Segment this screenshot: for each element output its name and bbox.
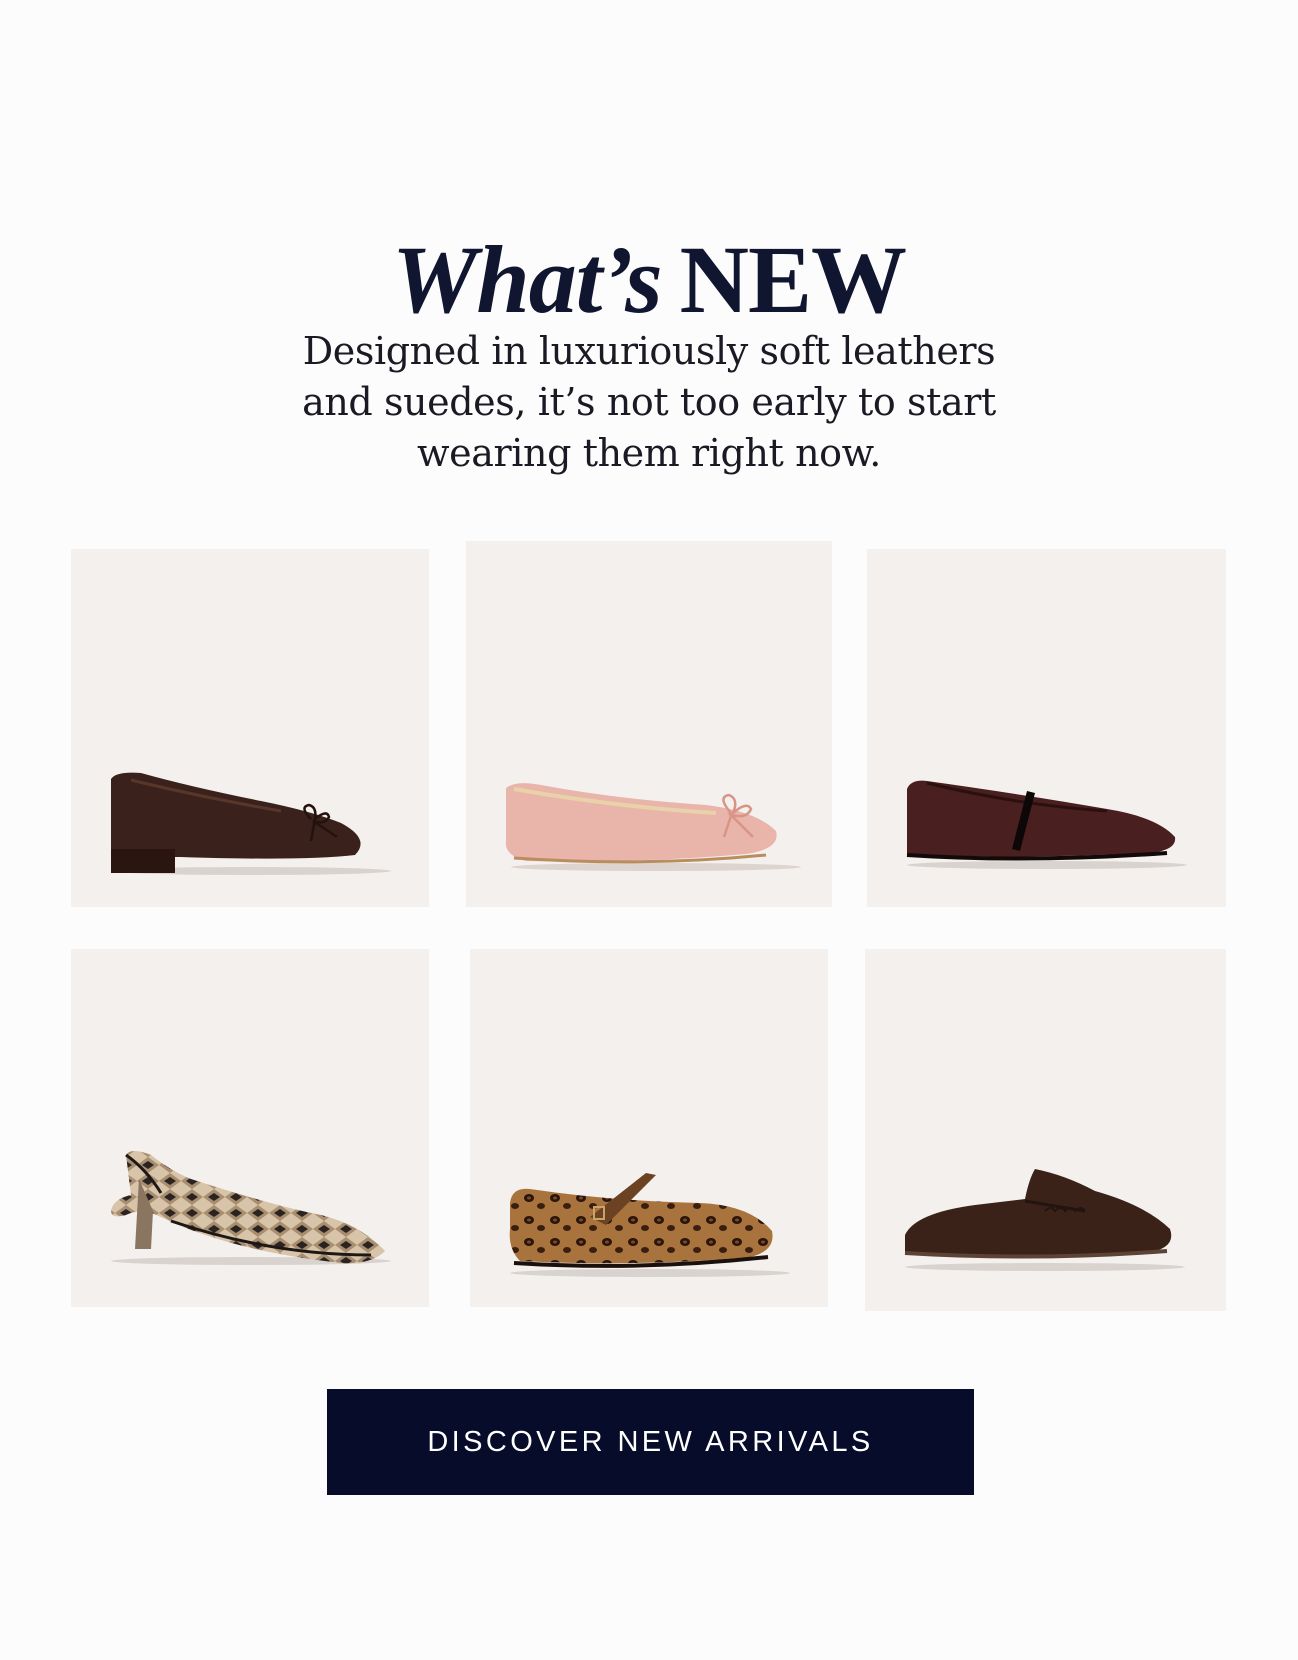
intro-line: Designed in luxuriously soft leathers bbox=[302, 329, 996, 373]
product-tile-pink-ballet-flat[interactable] bbox=[466, 541, 832, 907]
intro-text: Designed in luxuriously soft leathers an… bbox=[249, 326, 1049, 479]
intro-line: and suedes, it’s not too early to start bbox=[302, 380, 996, 424]
burgundy-strap-flat-image bbox=[906, 780, 1187, 869]
intro-line: wearing them right now. bbox=[417, 431, 881, 475]
discover-new-arrivals-button[interactable]: DISCOVER NEW ARRIVALS bbox=[327, 1389, 974, 1495]
product-tile-snakeskin-slingback[interactable] bbox=[71, 949, 429, 1307]
brown-bow-flat-image bbox=[111, 772, 391, 875]
product-tile-brown-penny-mule[interactable] bbox=[865, 949, 1226, 1311]
brown-penny-mule-image bbox=[904, 1169, 1185, 1271]
pink-ballet-flat-image bbox=[505, 783, 801, 871]
snakeskin-slingback-image bbox=[111, 1151, 391, 1265]
product-tile-leopard-mary-jane[interactable] bbox=[470, 949, 828, 1307]
title-caps: NEW bbox=[679, 226, 907, 334]
title-italic: What’s bbox=[392, 226, 663, 334]
product-tile-brown-bow-flat[interactable] bbox=[71, 549, 429, 907]
page-title: What’s NEW bbox=[0, 232, 1298, 328]
leopard-mary-jane-image bbox=[509, 1173, 790, 1277]
product-tile-burgundy-strap-flat[interactable] bbox=[867, 549, 1226, 907]
